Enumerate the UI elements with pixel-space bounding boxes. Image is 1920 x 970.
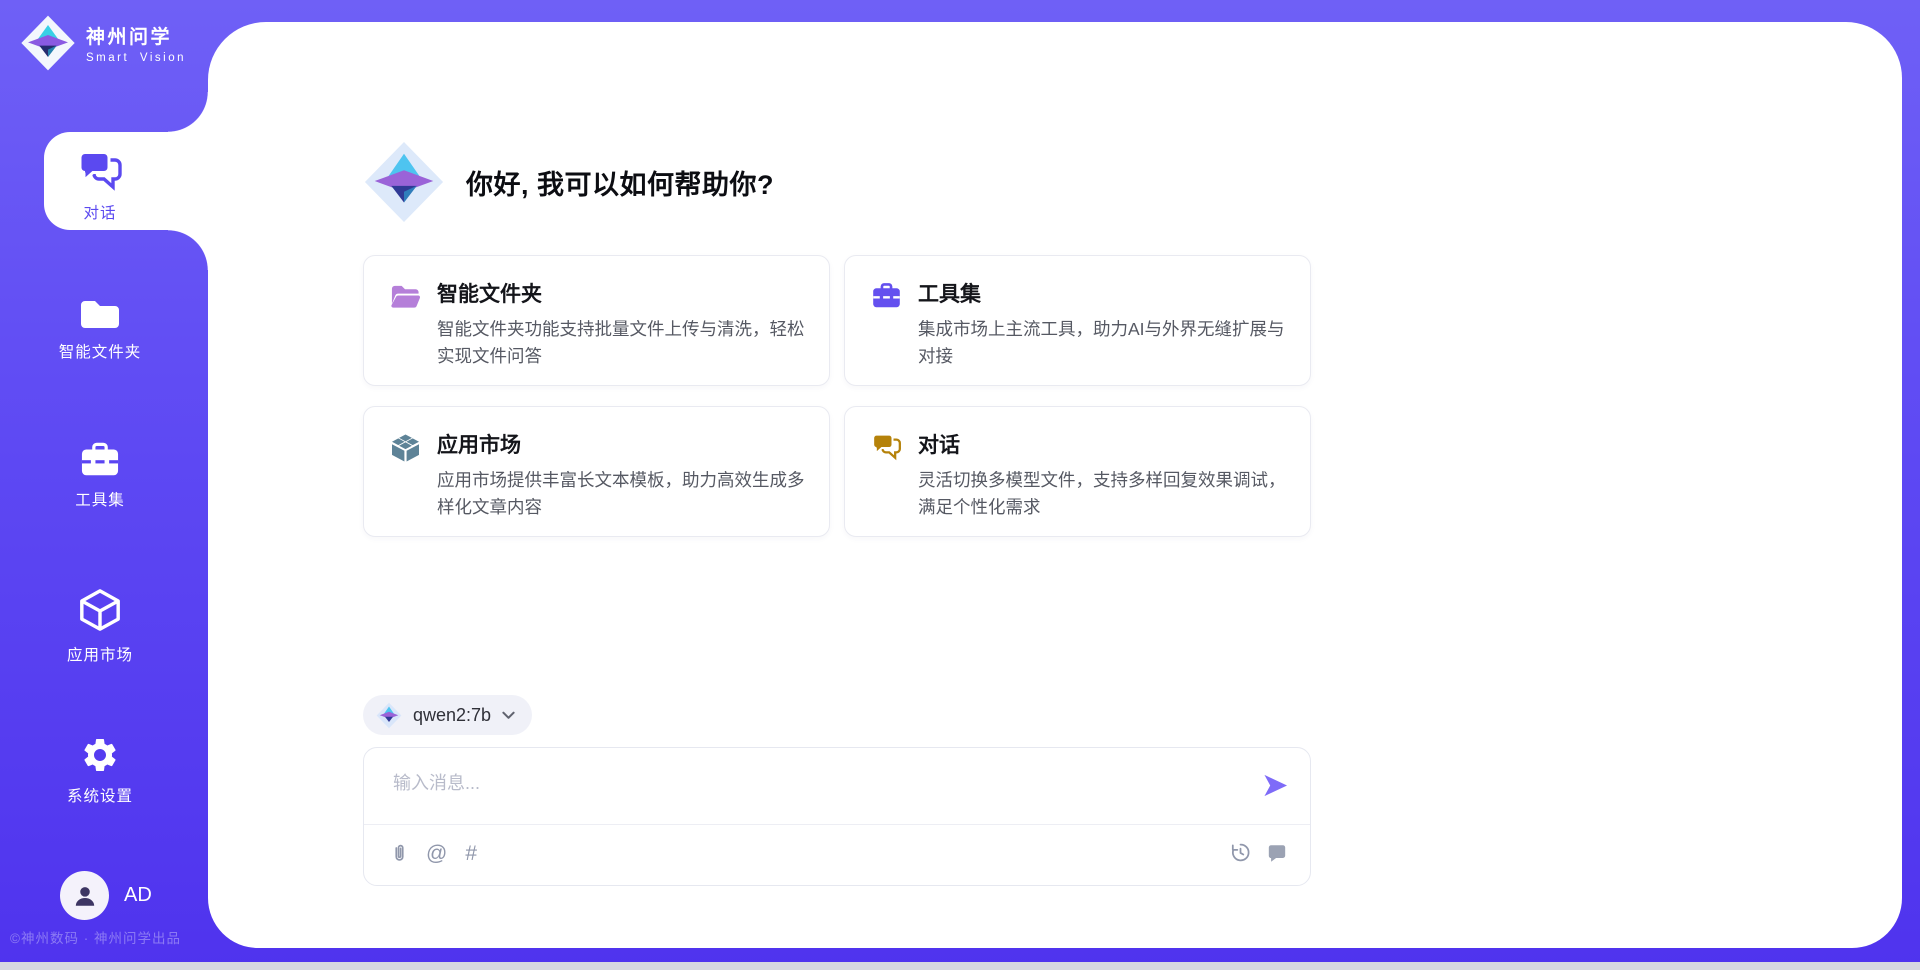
message-composer: @ #: [363, 747, 1311, 886]
user-profile[interactable]: AD: [60, 871, 152, 920]
sidebar-item-settings[interactable]: 系统设置: [0, 735, 200, 806]
sidebar-item-toolset[interactable]: 工具集: [0, 441, 200, 510]
card-description: 智能文件夹功能支持批量文件上传与清洗，轻松实现文件问答: [437, 316, 807, 370]
sidebar-item-app-market[interactable]: 应用市场: [0, 588, 200, 665]
composer-divider: [364, 824, 1310, 825]
card-text: 工具集 集成市场上主流工具，助力AI与外界无缝扩展与对接: [918, 281, 1288, 385]
greeting-text: 你好, 我可以如何帮助你?: [466, 163, 774, 202]
sidebar-item-label: 应用市场: [67, 643, 133, 665]
card-title: 应用市场: [437, 432, 807, 459]
message-input[interactable]: [393, 769, 1223, 819]
sidebar-item-label: 智能文件夹: [59, 340, 142, 362]
toolbox-icon: [871, 282, 902, 310]
card-text: 对话 灵活切换多模型文件，支持多样回复效果调试，满足个性化需求: [918, 432, 1288, 536]
card-description: 集成市场上主流工具，助力AI与外界无缝扩展与对接: [918, 316, 1288, 370]
model-diamond-icon: [376, 702, 402, 729]
composer-tools-left: @ #: [391, 842, 477, 865]
card-description: 灵活切换多模型文件，支持多样回复效果调试，满足个性化需求: [918, 467, 1288, 521]
toolbox-icon: [79, 441, 121, 479]
copyright-footer: ©神州数码 · 神州问学出品: [10, 927, 181, 947]
gear-icon: [80, 735, 120, 775]
chat-bubble-icon: [1267, 843, 1287, 862]
app-root: 神州问学 Smart Vision 对话 智能文件夹 工具集: [0, 0, 1920, 970]
sidebar-item-label: 系统设置: [67, 784, 133, 806]
card-text: 应用市场 应用市场提供丰富长文本模板，助力高效生成多样化文章内容: [437, 432, 807, 536]
assistant-diamond-icon: [363, 140, 445, 224]
folder-icon: [78, 297, 122, 331]
model-selector[interactable]: qwen2:7b: [363, 695, 532, 735]
feature-cards: 智能文件夹 智能文件夹功能支持批量文件上传与清洗，轻松实现文件问答 工具集 集成…: [363, 255, 1311, 537]
card-text: 智能文件夹 智能文件夹功能支持批量文件上传与清洗，轻松实现文件问答: [437, 281, 807, 385]
sidebar-item-label: 工具集: [75, 488, 125, 510]
sidebar-item-smart-folder[interactable]: 智能文件夹: [0, 297, 200, 362]
composer-tools-right: [1230, 842, 1287, 863]
card-chat[interactable]: 对话 灵活切换多模型文件，支持多样回复效果调试，满足个性化需求: [844, 406, 1311, 537]
sidebar-item-label: 对话: [83, 201, 116, 223]
conversation-button[interactable]: [1267, 843, 1287, 862]
model-name: qwen2:7b: [413, 705, 491, 726]
user-name: AD: [124, 884, 152, 907]
cube-grid-icon: [390, 433, 421, 463]
history-icon: [1230, 842, 1251, 863]
brand-logo: 神州问学 Smart Vision: [20, 14, 186, 72]
attach-file-button[interactable]: [391, 842, 408, 865]
greeting-block: 你好, 我可以如何帮助你?: [363, 140, 774, 224]
chat-bubbles-icon: [871, 433, 902, 461]
card-description: 应用市场提供丰富长文本模板，助力高效生成多样化文章内容: [437, 467, 807, 521]
card-smart-folder[interactable]: 智能文件夹 智能文件夹功能支持批量文件上传与清洗，轻松实现文件问答: [363, 255, 830, 386]
tab-fillet-bottom: [168, 230, 208, 270]
brand-name: 神州问学: [86, 22, 186, 49]
card-toolset[interactable]: 工具集 集成市场上主流工具，助力AI与外界无缝扩展与对接: [844, 255, 1311, 386]
history-button[interactable]: [1230, 842, 1251, 863]
center-column: 你好, 我可以如何帮助你? 智能文件夹 智能文件夹功能支持批量文件上传与清洗，轻…: [363, 0, 1311, 970]
cube-icon: [78, 588, 122, 634]
send-icon: [1262, 773, 1289, 798]
hashtag-button[interactable]: #: [465, 843, 477, 865]
brand-diamond-icon: [20, 14, 76, 72]
avatar: [60, 871, 109, 920]
chevron-down-icon: [502, 711, 515, 720]
open-folder-icon: [390, 282, 421, 310]
chat-bubbles-icon: [77, 150, 123, 192]
bottom-strip: [0, 962, 1920, 970]
card-title: 工具集: [918, 281, 1288, 308]
tab-fillet-top: [168, 92, 208, 132]
card-app-market[interactable]: 应用市场 应用市场提供丰富长文本模板，助力高效生成多样化文章内容: [363, 406, 830, 537]
card-title: 智能文件夹: [437, 281, 807, 308]
send-button[interactable]: [1261, 773, 1289, 801]
mention-button[interactable]: @: [426, 843, 447, 865]
sidebar-item-chat[interactable]: 对话: [0, 150, 200, 223]
person-icon: [72, 883, 98, 909]
paperclip-icon: [391, 842, 408, 865]
card-title: 对话: [918, 432, 1288, 459]
brand-subtitle: Smart Vision: [86, 52, 186, 64]
